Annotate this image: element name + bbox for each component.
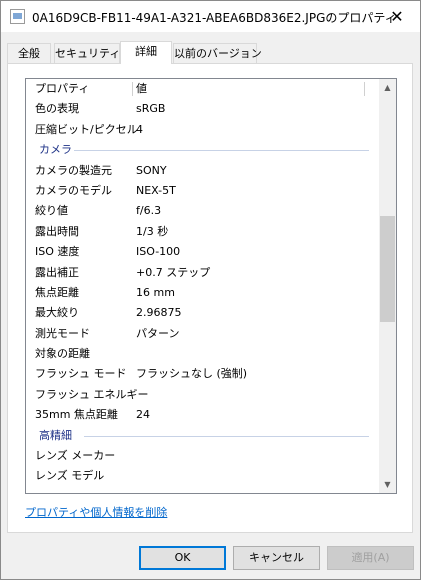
column-header-property[interactable]: プロパティ bbox=[35, 79, 89, 99]
property-name: フラッシュ エネルギー bbox=[35, 387, 149, 401]
property-value: 1/3 秒 bbox=[136, 224, 169, 238]
property-row[interactable]: 露出補正 +0.7 ステップ bbox=[26, 263, 379, 283]
property-name: 焦点距離 bbox=[35, 285, 79, 299]
tab-details[interactable]: 詳細 bbox=[120, 41, 172, 64]
scroll-up-icon[interactable]: ▲ bbox=[379, 79, 396, 96]
group-divider bbox=[74, 150, 369, 152]
group-label: 高精細 bbox=[39, 428, 72, 442]
property-name: 絞り値 bbox=[35, 204, 68, 218]
property-name: 対象の距離 bbox=[35, 347, 90, 361]
property-row[interactable]: カメラのモデル NEX-5T bbox=[26, 181, 379, 201]
property-name: レンズ メーカー bbox=[35, 449, 116, 463]
property-value: ISO-100 bbox=[136, 245, 181, 259]
cancel-button[interactable]: キャンセル bbox=[233, 546, 320, 570]
property-value: フラッシュなし (強制) bbox=[136, 367, 248, 381]
property-list[interactable]: プロパティ 値 色の表現 sRGB 圧縮ビット/ピクセル 4 カメラ カメラの製造元 S… bbox=[25, 78, 397, 494]
property-name: 色の表現 bbox=[35, 102, 79, 116]
property-value: +0.7 ステップ bbox=[136, 265, 211, 279]
property-value: 24 bbox=[136, 408, 150, 422]
property-row[interactable]: カメラの製造元 SONY bbox=[26, 161, 379, 181]
property-name: 最大絞り bbox=[35, 306, 79, 320]
tab-security[interactable]: セキュリティ bbox=[54, 43, 120, 63]
tab-general[interactable]: 全般 bbox=[7, 43, 51, 63]
property-value: SONY bbox=[136, 163, 167, 177]
property-row[interactable]: ISO 速度 ISO-100 bbox=[26, 242, 379, 262]
image-file-icon bbox=[10, 9, 25, 24]
property-name: レンズ モデル bbox=[35, 469, 105, 483]
property-value: NEX-5T bbox=[136, 183, 176, 197]
details-panel: プロパティ 値 色の表現 sRGB 圧縮ビット/ピクセル 4 カメラ カメラの製造元 S… bbox=[7, 63, 413, 533]
column-header-row: プロパティ 値 bbox=[26, 79, 379, 99]
property-name: 35mm 焦点距離 bbox=[35, 408, 118, 422]
group-label: カメラ bbox=[39, 143, 72, 157]
group-camera: カメラ bbox=[26, 140, 379, 160]
property-row[interactable]: 圧縮ビット/ピクセル 4 bbox=[26, 120, 379, 140]
group-advanced: 高精細 bbox=[26, 426, 379, 446]
apply-button[interactable]: 適用(A) bbox=[327, 546, 414, 570]
column-header-value[interactable]: 値 bbox=[136, 79, 147, 99]
property-row[interactable]: 色の表現 sRGB bbox=[26, 99, 379, 119]
property-name: 測光モード bbox=[35, 326, 90, 340]
close-icon[interactable]: ✕ bbox=[374, 1, 420, 32]
property-row[interactable]: 絞り値 f/6.3 bbox=[26, 201, 379, 221]
property-name: フラッシュ モード bbox=[35, 367, 127, 381]
group-divider bbox=[84, 435, 369, 437]
scrollbar-thumb[interactable] bbox=[380, 216, 395, 322]
scroll-down-icon[interactable]: ▼ bbox=[379, 476, 396, 493]
property-name: 露出補正 bbox=[35, 265, 79, 279]
property-name: カメラの製造元 bbox=[35, 163, 112, 177]
title-bar: 0A16D9CB-FB11-49A1-A321-ABEA6BD836E2.JPG… bbox=[1, 1, 420, 32]
property-row[interactable]: 測光モード パターン bbox=[26, 324, 379, 344]
ok-button[interactable]: OK bbox=[139, 546, 226, 570]
property-row[interactable]: レンズ メーカー bbox=[26, 446, 379, 466]
property-value: 16 mm bbox=[136, 285, 175, 299]
vertical-scrollbar[interactable]: ▲ ▼ bbox=[379, 79, 396, 493]
property-value: f/6.3 bbox=[136, 204, 162, 218]
properties-window: 0A16D9CB-FB11-49A1-A321-ABEA6BD836E2.JPG… bbox=[0, 0, 421, 580]
property-name: ISO 速度 bbox=[35, 245, 80, 259]
property-row[interactable]: フラッシュ エネルギー bbox=[26, 385, 379, 405]
property-row[interactable]: 35mm 焦点距離 24 bbox=[26, 405, 379, 425]
property-value: 2.96875 bbox=[136, 306, 182, 320]
property-row[interactable]: 焦点距離 16 mm bbox=[26, 283, 379, 303]
column-divider[interactable] bbox=[364, 82, 365, 96]
property-name: 露出時間 bbox=[35, 224, 79, 238]
remove-properties-link[interactable]: プロパティや個人情報を削除 bbox=[25, 504, 167, 520]
property-row[interactable]: 最大絞り 2.96875 bbox=[26, 303, 379, 323]
column-divider[interactable] bbox=[132, 82, 133, 96]
property-value: パターン bbox=[136, 326, 180, 340]
property-row[interactable]: レンズ モデル bbox=[26, 466, 379, 486]
property-row[interactable]: 対象の距離 bbox=[26, 344, 379, 364]
window-title: 0A16D9CB-FB11-49A1-A321-ABEA6BD836E2.JPG… bbox=[32, 11, 397, 25]
tab-previous-versions[interactable]: 以前のバージョン bbox=[173, 43, 262, 63]
property-value: 4 bbox=[136, 122, 143, 136]
property-name: カメラのモデル bbox=[35, 183, 112, 197]
property-value: sRGB bbox=[136, 102, 166, 116]
property-row[interactable]: 露出時間 1/3 秒 bbox=[26, 222, 379, 242]
property-name: 圧縮ビット/ピクセル bbox=[35, 122, 138, 136]
property-row[interactable]: フラッシュ モード フラッシュなし (強制) bbox=[26, 364, 379, 384]
